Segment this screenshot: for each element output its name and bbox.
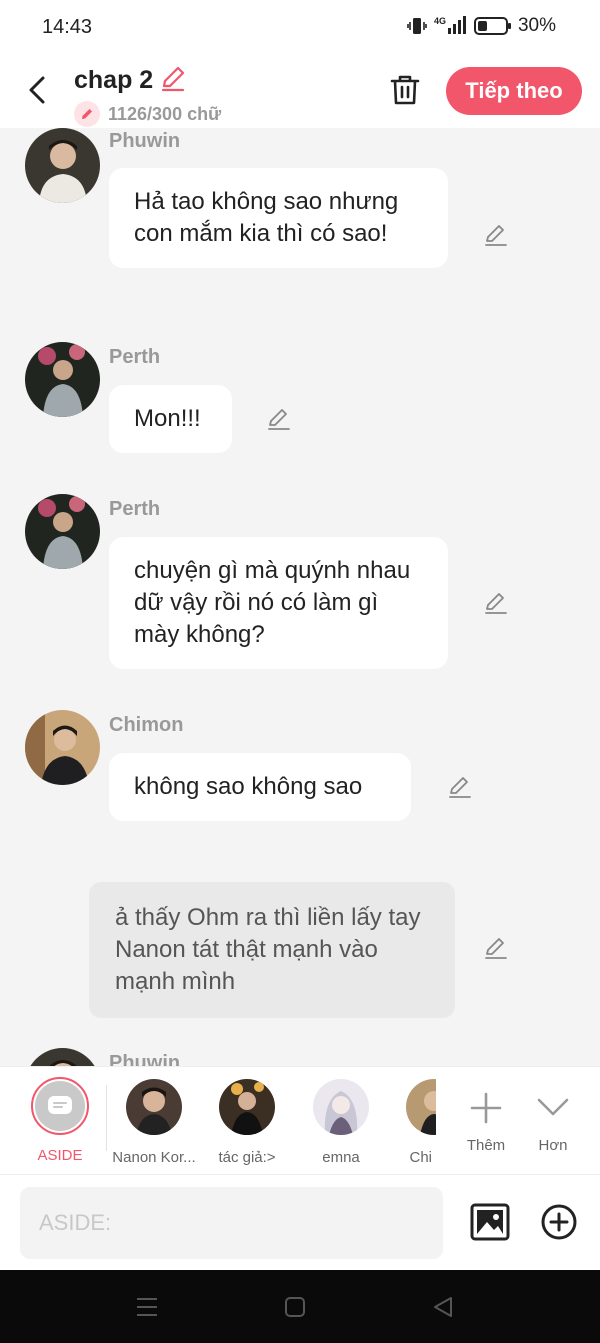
edit-title-icon[interactable] <box>159 64 187 97</box>
avatar[interactable] <box>25 710 100 785</box>
character-label: Nanon Kor... <box>112 1149 196 1166</box>
edit-message-icon[interactable] <box>482 221 510 249</box>
trash-icon <box>390 75 420 105</box>
avatar <box>126 1079 182 1135</box>
sender-name: Perth <box>109 498 161 520</box>
editor-header: chap 2 1126/300 chữ Tiếp theo <box>0 54 600 128</box>
divider <box>106 1085 107 1151</box>
character-item[interactable]: tác giả:> <box>202 1077 292 1166</box>
chat-area[interactable]: Phuwin Hả tao không sao nhưng con mắm ki… <box>0 128 600 1066</box>
character-label: tác giả:> <box>218 1149 276 1166</box>
battery-percent: 30% <box>517 15 556 36</box>
less-button[interactable]: Hơn <box>522 1077 584 1154</box>
composer-bar <box>0 1174 600 1270</box>
chat-bubble-icon <box>48 1096 72 1114</box>
character-label: emna <box>322 1149 360 1166</box>
message-text: chuyện gì mà quýnh nhau dữ vậy rồi nó có… <box>134 557 411 648</box>
system-nav-bar <box>0 1270 600 1343</box>
status-indicators: 4G 30% <box>406 15 556 37</box>
avatar <box>406 1079 436 1135</box>
aside-avatar <box>31 1077 89 1135</box>
character-selector: ASIDE Nanon Kor... tác giả:> emna Chi Th… <box>0 1066 600 1174</box>
message-text: Mon!!! <box>134 405 201 432</box>
plus-icon <box>470 1092 502 1124</box>
message-bubble[interactable]: Mon!!! <box>109 385 232 453</box>
chevron-left-icon <box>29 76 45 104</box>
edit-message-icon[interactable] <box>482 589 510 617</box>
message-text: Hả tao không sao nhưng con mắm kia thì c… <box>134 188 399 247</box>
edit-message-icon[interactable] <box>482 934 510 962</box>
chevron-down-icon <box>537 1098 569 1116</box>
sender-name: Phuwin <box>109 130 181 152</box>
avatar[interactable] <box>25 128 100 203</box>
menu-icon[interactable] <box>134 1294 160 1320</box>
avatar[interactable] <box>25 1048 100 1066</box>
status-bar: 14:43 4G 30% <box>0 0 600 54</box>
avatar <box>219 1079 275 1135</box>
home-icon[interactable] <box>282 1294 308 1320</box>
aside-input[interactable] <box>20 1187 443 1259</box>
character-item[interactable]: Nanon Kor... <box>109 1077 199 1166</box>
status-time: 14:43 <box>42 16 93 38</box>
back-button[interactable] <box>22 72 52 108</box>
sender-name: Perth <box>109 346 161 368</box>
chapter-title[interactable]: chap 2 <box>74 66 153 95</box>
vibrate-icon <box>406 15 428 37</box>
chapter-title-area: chap 2 1126/300 chữ <box>74 64 221 127</box>
sender-name: Chimon <box>109 714 184 736</box>
svg-text:4G: 4G <box>434 16 446 26</box>
signal-icon: 4G <box>434 15 468 37</box>
edit-message-icon[interactable] <box>265 405 293 433</box>
word-count: 1126/300 chữ <box>108 103 222 124</box>
avatar[interactable] <box>25 342 100 417</box>
add-circle-icon[interactable] <box>540 1203 578 1241</box>
avatar <box>313 1079 369 1135</box>
character-label: Chi <box>409 1149 432 1166</box>
battery-icon <box>473 16 512 36</box>
back-triangle-icon[interactable] <box>430 1294 456 1320</box>
sender-name: Phuwin <box>109 1052 181 1066</box>
message-bubble[interactable]: chuyện gì mà quýnh nhau dữ vậy rồi nó có… <box>109 537 448 669</box>
aside-bubble[interactable]: ả thấy Ohm ra thì liền lấy tay Nanon tát… <box>89 882 455 1018</box>
more-button[interactable]: Thêm <box>455 1077 517 1154</box>
character-item[interactable]: Chi <box>380 1077 436 1166</box>
character-item[interactable]: emna <box>296 1077 386 1166</box>
aside-text: ả thấy Ohm ra thì liền lấy tay Nanon tát… <box>115 904 421 995</box>
pencil-icon <box>74 101 100 127</box>
next-button[interactable]: Tiếp theo <box>446 67 582 115</box>
avatar[interactable] <box>25 494 100 569</box>
more-label: Thêm <box>466 1137 506 1154</box>
message-bubble[interactable]: Hả tao không sao nhưng con mắm kia thì c… <box>109 168 448 268</box>
character-aside[interactable]: ASIDE <box>15 1077 105 1164</box>
edit-message-icon[interactable] <box>446 773 474 801</box>
message-bubble[interactable]: không sao không sao <box>109 753 411 821</box>
less-label: Hơn <box>538 1137 568 1154</box>
image-icon[interactable] <box>470 1202 510 1242</box>
delete-button[interactable] <box>386 70 424 110</box>
character-label: ASIDE <box>37 1147 83 1164</box>
message-text: không sao không sao <box>134 773 363 800</box>
